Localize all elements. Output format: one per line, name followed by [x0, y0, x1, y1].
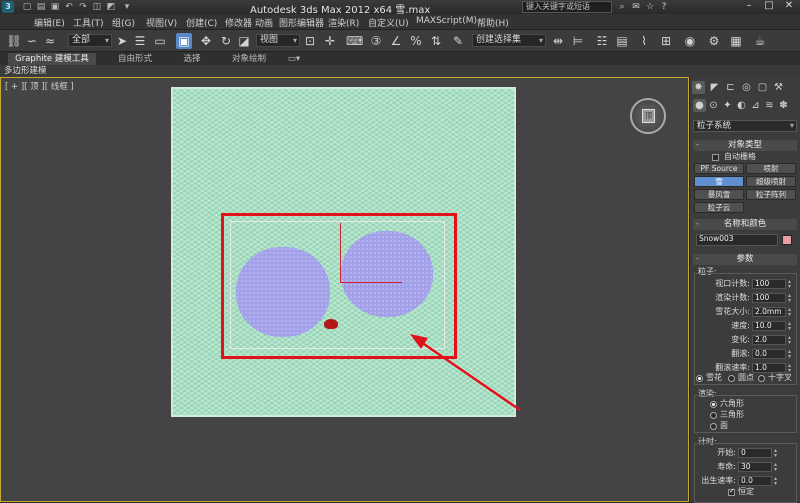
annotation-arrow — [410, 334, 521, 412]
shapes-icon[interactable]: ⊙ — [707, 99, 720, 112]
object-color-swatch[interactable] — [782, 235, 792, 245]
systems-icon[interactable]: ✽ — [777, 99, 790, 112]
display-dots-radio[interactable] — [728, 375, 735, 382]
variation-label: 变化: — [731, 335, 750, 344]
speed-field[interactable]: 10.0 — [752, 321, 786, 331]
super-spray-button[interactable]: 超级喷射 — [746, 176, 796, 187]
viewport-count-field[interactable]: 100 — [752, 279, 786, 289]
constant-label: 恒定 — [738, 487, 754, 496]
display-icon[interactable]: ▢ — [756, 81, 769, 94]
render-count-field[interactable]: 100 — [752, 293, 786, 303]
constant-checkbox[interactable] — [728, 487, 735, 496]
snow-button[interactable]: 雪 — [694, 176, 744, 187]
category-dropdown[interactable]: 粒子系统 — [693, 120, 797, 132]
render-facing-label: 面 — [720, 421, 728, 430]
tumble-field[interactable]: 0.0 — [752, 349, 786, 359]
flake-size-spinner[interactable]: ▴ ▾ — [788, 307, 793, 318]
birth-rate-spinner[interactable]: ▴ ▾ — [774, 476, 779, 487]
rollout-name-color[interactable]: 名称和颜色 — [693, 219, 797, 230]
blizzard-button[interactable]: 暴风雪 — [694, 189, 744, 200]
viewport-count-label: 视口计数: — [715, 279, 750, 288]
display-flakes-label: 雪花 — [706, 373, 722, 382]
viewport-count-spinner[interactable]: ▴ ▾ — [788, 279, 793, 290]
display-ticks-label: 十字叉 — [768, 373, 792, 382]
motion-icon[interactable]: ◎ — [740, 81, 753, 94]
flake-size-label: 雪花大小: — [715, 307, 750, 316]
render-hexagon-label: 六角形 — [720, 399, 744, 408]
speed-spinner[interactable]: ▴ ▾ — [788, 321, 793, 332]
spacewarps-icon[interactable]: ≋ — [763, 99, 776, 112]
lights-icon[interactable]: ✦ — [721, 99, 734, 112]
modify-icon[interactable]: ◤ — [708, 81, 721, 94]
autogrid-checkbox[interactable] — [712, 154, 719, 161]
display-ticks-radio[interactable] — [758, 375, 765, 382]
start-field[interactable]: 0 — [738, 448, 772, 458]
render-count-label: 渲染计数: — [715, 293, 750, 302]
birth-rate-field[interactable]: 0.0 — [738, 476, 772, 486]
tumble-spinner[interactable]: ▴ ▾ — [788, 349, 793, 360]
object-name-field[interactable]: Snow003 — [696, 234, 778, 246]
hierarchy-icon[interactable]: ⊏ — [724, 81, 737, 94]
speed-label: 速度: — [731, 321, 750, 330]
tumble-rate-label: 翻滚速率: — [715, 363, 750, 372]
variation-field[interactable]: 2.0 — [752, 335, 786, 345]
helpers-icon[interactable]: ⊿ — [749, 99, 762, 112]
life-field[interactable]: 30 — [738, 462, 772, 472]
start-label: 开始: — [717, 448, 736, 457]
variation-spinner[interactable]: ▴ ▾ — [788, 335, 793, 346]
display-dots-label: 圆点 — [738, 373, 754, 382]
pf-source-button[interactable]: PF Source — [694, 163, 744, 174]
tumble-rate-field[interactable]: 1.0 — [752, 363, 786, 373]
rollout-object-type[interactable]: 对象类型 — [693, 140, 797, 151]
spray-button[interactable]: 喷射 — [746, 163, 796, 174]
render-triangle-radio[interactable] — [710, 412, 717, 419]
rollout-parameters[interactable]: 参数 — [693, 254, 797, 265]
tumble-label: 翻滚: — [731, 349, 750, 358]
geometry-icon[interactable]: ● — [693, 99, 706, 112]
start-spinner[interactable]: ▴ ▾ — [774, 448, 779, 459]
parray-button[interactable]: 粒子阵列 — [746, 189, 796, 200]
life-label: 寿命: — [717, 462, 736, 471]
pcloud-button[interactable]: 粒子云 — [694, 202, 744, 213]
command-panel: ✸ ◤ ⊏ ◎ ▢ ⚒ ● ⊙ ✦ ◐ ⊿ ≋ ✽ 粒子系统 对象类型 自动栅格… — [689, 77, 800, 503]
autogrid-label: 自动栅格 — [724, 152, 756, 161]
cameras-icon[interactable]: ◐ — [735, 99, 748, 112]
render-triangle-label: 三角形 — [720, 410, 744, 419]
flake-size-field[interactable]: 2.0mm — [752, 307, 786, 317]
render-facing-radio[interactable] — [710, 423, 717, 430]
life-spinner[interactable]: ▴ ▾ — [774, 462, 779, 473]
display-flakes-radio[interactable] — [696, 375, 703, 382]
render-count-spinner[interactable]: ▴ ▾ — [788, 293, 793, 304]
utilities-icon[interactable]: ⚒ — [772, 81, 785, 94]
create-icon[interactable]: ✸ — [692, 81, 705, 94]
tumble-rate-spinner[interactable]: ▴ ▾ — [788, 363, 793, 374]
render-hexagon-radio[interactable] — [710, 401, 717, 408]
birth-rate-label: 出生速率: — [701, 476, 736, 485]
